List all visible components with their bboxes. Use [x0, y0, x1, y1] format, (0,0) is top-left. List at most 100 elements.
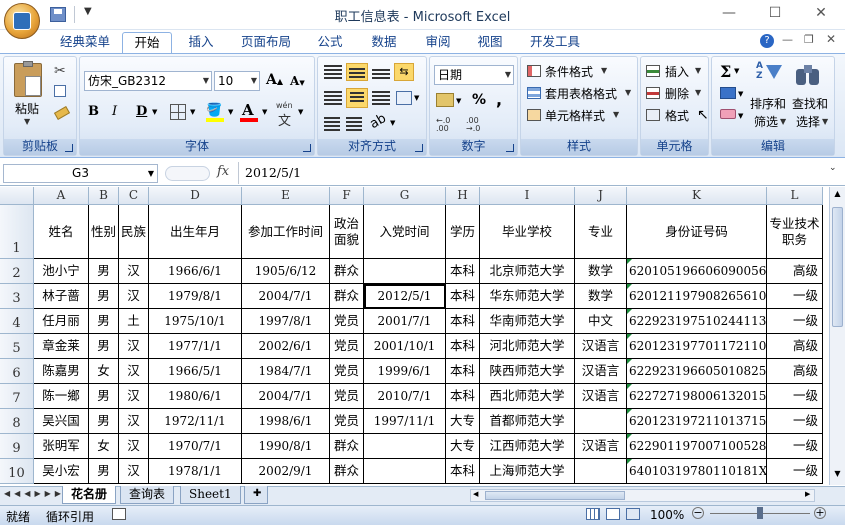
- binoculars-icon[interactable]: [796, 63, 820, 87]
- table-cell[interactable]: 高级: [767, 259, 823, 284]
- number-format-select[interactable]: 日期 ▼: [434, 65, 514, 85]
- row-header[interactable]: 4: [0, 309, 34, 334]
- insert-function-icon[interactable]: fx: [217, 164, 229, 179]
- table-cell[interactable]: 汉: [119, 384, 149, 409]
- maximize-button[interactable]: ☐: [764, 5, 786, 23]
- fill-icon[interactable]: [720, 87, 736, 99]
- table-cell[interactable]: 620105196606090056: [627, 259, 767, 284]
- table-cell[interactable]: 2001/7/1: [364, 309, 446, 334]
- table-cell[interactable]: 1978/1/1: [149, 459, 242, 484]
- table-cell[interactable]: 1966/5/1: [149, 359, 242, 384]
- conditional-format-icon[interactable]: [527, 65, 541, 77]
- table-cell[interactable]: 党员: [330, 334, 364, 359]
- table-cell[interactable]: 土: [119, 309, 149, 334]
- table-cell[interactable]: 本科: [446, 384, 480, 409]
- header-cell[interactable]: 身份证号码: [627, 205, 767, 259]
- tab-data[interactable]: 数据: [360, 32, 408, 53]
- row-header[interactable]: 10: [0, 459, 34, 484]
- table-cell[interactable]: 任月丽: [34, 309, 89, 334]
- table-cell[interactable]: 本科: [446, 259, 480, 284]
- cell-styles-button[interactable]: 单元格样式: [545, 107, 605, 124]
- table-cell[interactable]: 林子蔷: [34, 284, 89, 309]
- column-header[interactable]: D: [149, 187, 242, 205]
- table-cell[interactable]: 1972/11/1: [149, 409, 242, 434]
- table-cell[interactable]: 大专: [446, 434, 480, 459]
- align-center-icon[interactable]: [346, 88, 368, 108]
- header-cell[interactable]: 姓名: [34, 205, 89, 259]
- header-cell[interactable]: 出生年月: [149, 205, 242, 259]
- table-cell[interactable]: 一级: [767, 459, 823, 484]
- table-cell[interactable]: 一级: [767, 434, 823, 459]
- row-header[interactable]: 7: [0, 384, 34, 409]
- table-cell[interactable]: 1997/8/1: [242, 309, 330, 334]
- table-cell[interactable]: 汉: [119, 409, 149, 434]
- align-right-icon[interactable]: [372, 91, 390, 105]
- scroll-thumb[interactable]: [832, 207, 843, 327]
- chevron-down-icon[interactable]: ▼: [695, 88, 701, 97]
- column-header[interactable]: I: [480, 187, 575, 205]
- sort-filter-icon[interactable]: AZ: [756, 61, 782, 91]
- formula-input[interactable]: 2012/5/1: [245, 165, 301, 180]
- table-cell[interactable]: 本科: [446, 459, 480, 484]
- ribbon-restore-icon[interactable]: ❐: [804, 33, 814, 46]
- table-cell[interactable]: 西北师范大学: [480, 384, 575, 409]
- workbook-close-icon[interactable]: ✕: [826, 32, 836, 46]
- bottom-align-icon[interactable]: [372, 67, 390, 81]
- paste-dropdown-icon[interactable]: ▼: [24, 117, 30, 126]
- row-header[interactable]: 3: [0, 284, 34, 309]
- table-cell[interactable]: 党员: [330, 359, 364, 384]
- page-break-view-icon[interactable]: [626, 508, 640, 520]
- currency-icon[interactable]: [436, 93, 454, 107]
- table-cell[interactable]: [364, 259, 446, 284]
- column-header[interactable]: L: [767, 187, 823, 205]
- table-cell[interactable]: 一级: [767, 409, 823, 434]
- header-cell[interactable]: 专业: [575, 205, 627, 259]
- align-left-icon[interactable]: [324, 91, 342, 105]
- chevron-down-icon[interactable]: ▼: [695, 66, 701, 75]
- scroll-down-icon[interactable]: ▼: [832, 469, 843, 481]
- table-cell[interactable]: 2004/7/1: [242, 284, 330, 309]
- table-cell[interactable]: 群众: [330, 259, 364, 284]
- table-cell[interactable]: 汉: [119, 434, 149, 459]
- row-header[interactable]: 9: [0, 434, 34, 459]
- table-cell[interactable]: 本科: [446, 309, 480, 334]
- autosum-dropdown-icon[interactable]: ▼: [734, 67, 739, 75]
- worksheet-grid[interactable]: ABCDEFGHIJKL 1 姓名 性别 民族 出生年月 参加工作时间 政治面貌 入党时间 学历…: [0, 187, 829, 485]
- ribbon-minimize-icon[interactable]: —: [782, 33, 793, 46]
- expand-formula-icon[interactable]: ⌄: [829, 163, 837, 173]
- insert-cells-button[interactable]: 插入: [665, 63, 689, 80]
- table-cell[interactable]: 群众: [330, 434, 364, 459]
- table-cell[interactable]: 1980/6/1: [149, 384, 242, 409]
- page-layout-view-icon[interactable]: [606, 508, 620, 520]
- header-cell[interactable]: 民族: [119, 205, 149, 259]
- phonetic-icon[interactable]: wén: [276, 101, 293, 110]
- table-cell[interactable]: 620121197908265610: [627, 284, 767, 309]
- decrease-decimal-icon[interactable]: .00 →.0: [466, 117, 480, 133]
- table-cell[interactable]: 汉: [119, 284, 149, 309]
- fill-color-icon[interactable]: 🪣: [206, 103, 224, 118]
- tab-view[interactable]: 视图: [466, 32, 514, 53]
- table-cell[interactable]: 一级: [767, 384, 823, 409]
- clear-dropdown-icon[interactable]: ▼: [738, 112, 743, 120]
- delete-cells-button[interactable]: 删除: [665, 85, 689, 102]
- merge-center-icon[interactable]: [396, 91, 412, 105]
- table-cell[interactable]: 本科: [446, 334, 480, 359]
- row-header[interactable]: 8: [0, 409, 34, 434]
- zoom-out-icon[interactable]: −: [692, 507, 704, 519]
- orientation-dropdown-icon[interactable]: ▼: [390, 119, 395, 127]
- table-cell[interactable]: 1997/11/1: [364, 409, 446, 434]
- table-cell[interactable]: 大专: [446, 409, 480, 434]
- table-cell[interactable]: 汉: [119, 459, 149, 484]
- font-name-select[interactable]: 仿宋_GB2312 ▼: [84, 71, 212, 91]
- chevron-down-icon[interactable]: ▼: [625, 88, 631, 97]
- currency-dropdown-icon[interactable]: ▼: [456, 97, 461, 105]
- paste-icon[interactable]: [14, 61, 42, 97]
- chevron-down-icon[interactable]: ▼: [613, 110, 619, 119]
- sort-filter-label-2[interactable]: 筛选: [754, 113, 778, 130]
- table-cell[interactable]: 1999/6/1: [364, 359, 446, 384]
- header-cell[interactable]: 政治面貌: [330, 205, 364, 259]
- scroll-right-icon[interactable]: ▶: [805, 490, 810, 498]
- table-cell[interactable]: 张明军: [34, 434, 89, 459]
- tab-classic-menu[interactable]: 经典菜单: [50, 32, 120, 53]
- help-icon[interactable]: ?: [760, 34, 774, 48]
